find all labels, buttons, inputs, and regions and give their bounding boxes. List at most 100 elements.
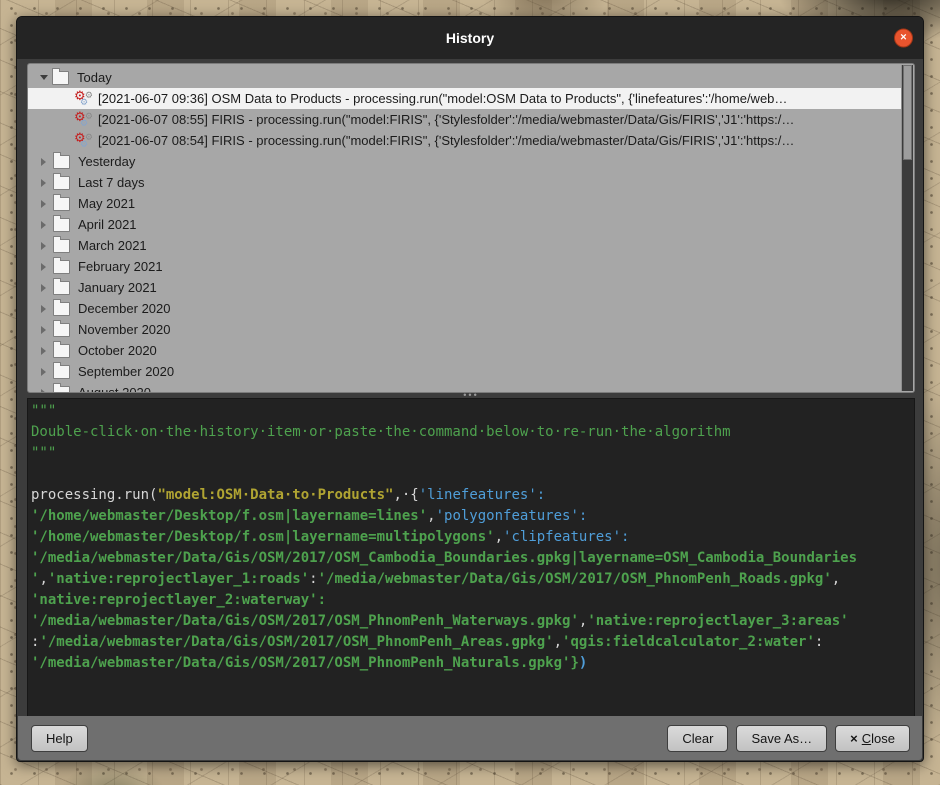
chevron-right-icon[interactable] (41, 221, 46, 229)
chevron-right-icon[interactable] (41, 368, 46, 376)
processing-gears-icon: ⚙⚙⚙ (74, 132, 94, 150)
history-entry-text: [2021-06-07 08:55] FIRIS - processing.ru… (98, 112, 794, 127)
code-segment: : (815, 634, 823, 650)
code-segment: """ (31, 403, 56, 419)
code-line: Double-click·on·the·history·item·or·past… (31, 422, 914, 443)
tree-group-row[interactable]: November 2020 (28, 319, 901, 340)
chevron-right-icon[interactable] (41, 179, 46, 187)
code-segment: "model:OSM·Data·to·Products" (157, 487, 393, 503)
history-entry-text: [2021-06-07 08:54] FIRIS - processing.ru… (98, 133, 794, 148)
code-line: ','native:reprojectlayer_1:roads':'/medi… (31, 569, 914, 590)
code-segment: , (554, 634, 562, 650)
code-segment: : (309, 571, 317, 587)
chevron-right-icon[interactable] (41, 305, 46, 313)
code-line: '/media/webmaster/Data/Gis/OSM/2017/OSM_… (31, 611, 914, 632)
chevron-right-icon[interactable] (41, 242, 46, 250)
tree-scrollbar-thumb[interactable] (903, 65, 912, 160)
clear-button[interactable]: Clear (667, 725, 728, 752)
code-segment: '/media/webmaster/Data/Gis/OSM/2017/OSM_… (31, 613, 579, 629)
tree-group-label: August 2020 (78, 385, 151, 393)
chevron-down-icon[interactable] (40, 75, 48, 80)
history-entry-row[interactable]: ⚙⚙⚙ [2021-06-07 08:54] FIRIS - processing… (28, 130, 901, 151)
tree-group-label: Last 7 days (78, 175, 145, 190)
dialog-title: History (446, 30, 494, 46)
tree-group-row[interactable]: September 2020 (28, 361, 901, 382)
window-close-button[interactable]: × (894, 29, 913, 48)
tree-group-row[interactable]: February 2021 (28, 256, 901, 277)
window-close-icon: × (900, 32, 906, 44)
chevron-right-icon[interactable] (41, 158, 46, 166)
code-line: processing.run("model:OSM·Data·to·Produc… (31, 485, 914, 506)
code-segment: '/media/webmaster/Data/Gis/OSM/2017/OSM_… (31, 550, 857, 566)
code-segment: 'native:reprojectlayer_3:areas' (587, 613, 848, 629)
chevron-right-icon[interactable] (41, 200, 46, 208)
tree-group-label: December 2020 (78, 301, 171, 316)
code-segment: 'linefeatures': (419, 487, 545, 503)
tree-group-label: Today (77, 70, 112, 85)
code-segment: , (39, 571, 47, 587)
gear-icon: ⚙ (80, 141, 88, 150)
tree-group-label: November 2020 (78, 322, 171, 337)
tree-group-row[interactable]: May 2021 (28, 193, 901, 214)
close-x-icon: × (850, 731, 858, 746)
tree-group-row[interactable]: January 2021 (28, 277, 901, 298)
code-line: 'native:reprojectlayer_2:waterway': (31, 590, 914, 611)
code-line: : '/media/webmaster/Data/Gis/OSM/2017/OSM… (31, 632, 914, 653)
chevron-right-icon[interactable] (41, 347, 46, 355)
tree-group-row[interactable]: December 2020 (28, 298, 901, 319)
code-line: '/media/webmaster/Data/Gis/OSM/2017/OSM_… (31, 548, 914, 569)
tree-group-row[interactable]: Today (28, 67, 901, 88)
folder-icon (53, 365, 70, 379)
tree-group-row[interactable]: Yesterday (28, 151, 901, 172)
folder-icon (53, 155, 70, 169)
code-segment: , (832, 571, 840, 587)
tree-scrollbar[interactable] (901, 65, 913, 391)
command-preview-editor[interactable]: """ Double-click·on·the·history·item·or·p… (27, 398, 915, 718)
code-segment: 'clipfeatures': (503, 529, 629, 545)
dialog-titlebar[interactable]: History × (17, 17, 923, 59)
code-line: '/home/webmaster/Desktop/f.osm|layername… (31, 527, 914, 548)
code-segment: ,·{ (393, 487, 418, 503)
processing-gears-icon: ⚙⚙⚙ (74, 111, 94, 129)
code-segment: '/media/webmaster/Data/Gis/OSM/2017/OSM_… (39, 634, 553, 650)
chevron-right-icon[interactable] (41, 326, 46, 334)
processing-gears-icon: ⚙⚙⚙ (74, 90, 94, 108)
gear-icon: ⚙ (80, 99, 88, 108)
folder-icon (53, 197, 70, 211)
code-segment: '/home/webmaster/Desktop/f.osm|layername… (31, 529, 495, 545)
tree-group-row[interactable]: March 2021 (28, 235, 901, 256)
tree-group-label: Yesterday (78, 154, 135, 169)
code-segment: 'polygonfeatures': (436, 508, 588, 524)
folder-icon (53, 281, 70, 295)
folder-icon (52, 71, 69, 85)
folder-icon (53, 386, 70, 394)
code-segment: , (495, 529, 503, 545)
tree-group-label: March 2021 (78, 238, 147, 253)
folder-icon (53, 239, 70, 253)
code-segment: Double-click·on·the·history·item·or·past… (31, 424, 731, 440)
code-segment: } (570, 655, 578, 671)
folder-icon (53, 323, 70, 337)
code-segment: 'qgis:fieldcalculator_2:water' (562, 634, 815, 650)
tree-group-label: September 2020 (78, 364, 174, 379)
chevron-right-icon[interactable] (41, 284, 46, 292)
tree-group-row[interactable]: October 2020 (28, 340, 901, 361)
folder-icon (53, 218, 70, 232)
code-line: """ (31, 401, 914, 422)
chevron-right-icon[interactable] (41, 263, 46, 271)
save-as-button[interactable]: Save As… (736, 725, 827, 752)
history-entry-row[interactable]: ⚙⚙⚙ [2021-06-07 08:55] FIRIS - processing… (28, 109, 901, 130)
code-line: '/media/webmaster/Data/Gis/OSM/2017/OSM_… (31, 653, 914, 674)
code-segment: '/media/webmaster/Data/Gis/OSM/2017/OSM_… (318, 571, 832, 587)
history-dialog: History × Today ⚙⚙⚙[2021-06-07 09:36] OSM… (16, 16, 924, 762)
close-button[interactable]: ×Close (835, 725, 910, 752)
folder-icon (53, 302, 70, 316)
history-entry-row[interactable]: ⚙⚙⚙[2021-06-07 09:36] OSM Data to Produc… (28, 88, 901, 109)
help-button[interactable]: Help (31, 725, 88, 752)
tree-group-row[interactable]: April 2021 (28, 214, 901, 235)
tree-group-label: October 2020 (78, 343, 157, 358)
code-segment: 'native:reprojectlayer_1:roads' (48, 571, 309, 587)
code-segment: """ (31, 445, 56, 461)
tree-group-row[interactable]: Last 7 days (28, 172, 901, 193)
history-tree[interactable]: Today ⚙⚙⚙[2021-06-07 09:36] OSM Data to P… (27, 63, 915, 393)
